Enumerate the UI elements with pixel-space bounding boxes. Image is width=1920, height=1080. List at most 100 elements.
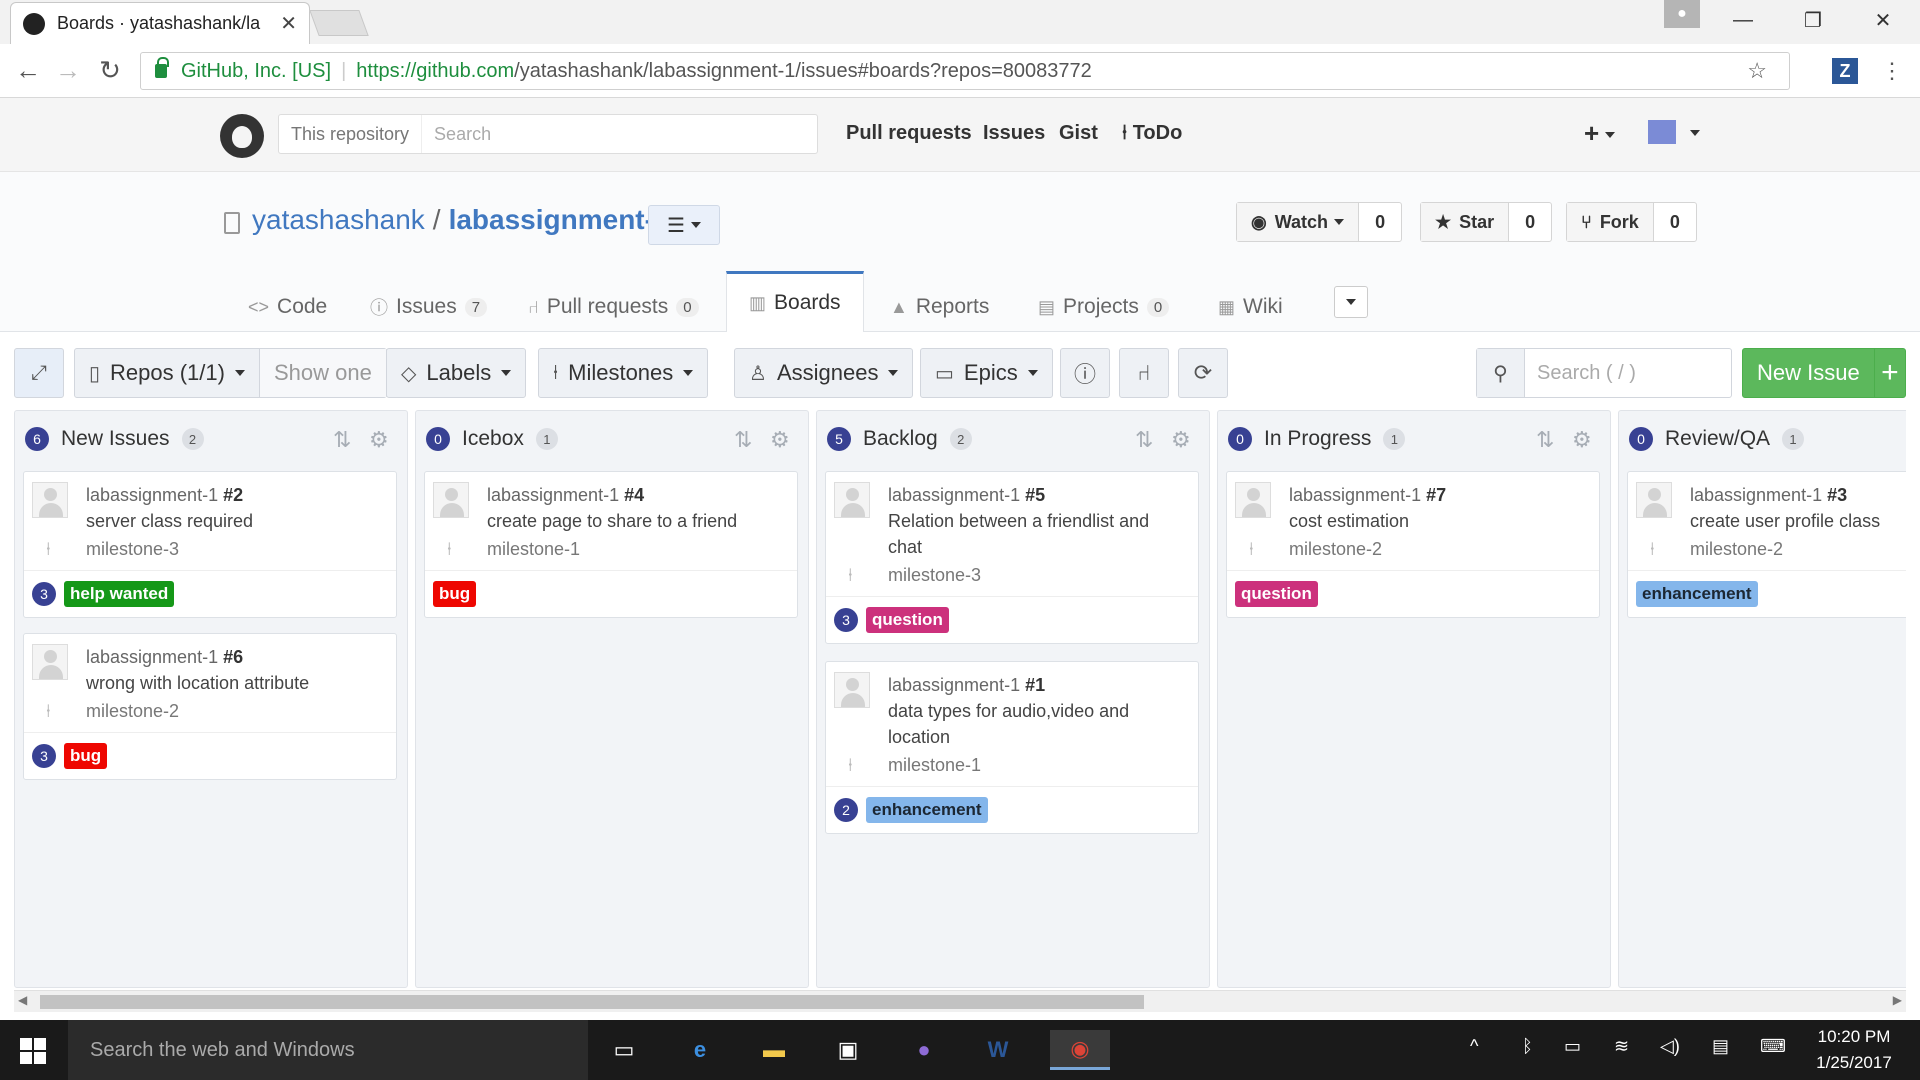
issue-card[interactable]: labassignment-1 #4 create page to share …: [424, 471, 798, 618]
tab-wiki[interactable]: ▦ Wiki: [1218, 283, 1283, 331]
label-badge[interactable]: enhancement: [866, 797, 988, 823]
star-button[interactable]: ★ Star: [1421, 203, 1510, 241]
tab-boards[interactable]: ▥ Boards: [726, 271, 864, 333]
battery-icon[interactable]: ▭: [1564, 1036, 1581, 1057]
close-window-button[interactable]: ✕: [1848, 0, 1918, 40]
extension-z-icon[interactable]: Z: [1832, 58, 1858, 84]
fork-count[interactable]: 0: [1654, 203, 1696, 241]
github-search-input[interactable]: This repository Search: [278, 114, 818, 154]
bluetooth-icon[interactable]: ᛒ: [1522, 1036, 1533, 1057]
forward-icon[interactable]: →: [50, 52, 86, 88]
word-icon[interactable]: W: [976, 1030, 1020, 1070]
chevron-down-icon[interactable]: [1684, 124, 1700, 142]
label-badge[interactable]: bug: [433, 581, 477, 607]
store-icon[interactable]: ▣: [826, 1030, 870, 1070]
tab-reports[interactable]: ▲ Reports: [890, 283, 989, 331]
pipeline-header[interactable]: 0 Review/QA 1: [1619, 411, 1906, 467]
pipeline-header[interactable]: 6 New Issues 2 ⇅ ⚙: [15, 411, 407, 467]
profile-icon[interactable]: ●: [1664, 0, 1700, 28]
label-badge[interactable]: question: [866, 607, 949, 633]
tab-projects[interactable]: ▤ Projects 0: [1038, 283, 1170, 331]
sort-icon[interactable]: ⇅: [734, 427, 752, 453]
pull-requests-toggle[interactable]: ⑁: [1119, 348, 1169, 398]
repo-owner-link[interactable]: yatashashank: [252, 204, 425, 235]
file-explorer-icon[interactable]: ▬: [752, 1030, 796, 1070]
label-badge[interactable]: bug: [64, 743, 108, 769]
browser-menu-icon[interactable]: ⋮: [1880, 54, 1904, 88]
card-number[interactable]: #3: [1827, 485, 1847, 505]
label-badge[interactable]: question: [1235, 581, 1318, 607]
back-icon[interactable]: ←: [10, 52, 46, 88]
repo-list-menu-button[interactable]: ☰: [648, 205, 720, 245]
board-search-input[interactable]: ⚲ Search ( / ): [1476, 348, 1732, 398]
card-number[interactable]: #6: [223, 647, 243, 667]
sort-icon[interactable]: ⇅: [333, 427, 351, 453]
issue-card[interactable]: labassignment-1 #2 server class required…: [23, 471, 397, 618]
taskbar-clock[interactable]: 10:20 PM 1/25/2017: [1806, 1024, 1902, 1076]
chrome-icon[interactable]: ◉: [1050, 1030, 1110, 1070]
nav-gist[interactable]: Gist: [1059, 122, 1098, 145]
card-title[interactable]: Relation between a friendlist and chat: [888, 508, 1186, 560]
watch-count[interactable]: 0: [1359, 203, 1401, 241]
reload-icon[interactable]: ↻: [92, 52, 128, 88]
issue-card[interactable]: labassignment-1 #7 cost estimation ⍿ mile…: [1226, 471, 1600, 618]
issue-card[interactable]: labassignment-1 #5 Relation between a fr…: [825, 471, 1199, 644]
pipeline-header[interactable]: 0 In Progress 1 ⇅ ⚙: [1218, 411, 1610, 467]
tab-issues[interactable]: ⓘ Issues 7: [370, 283, 488, 331]
nav-pull-requests[interactable]: Pull requests: [846, 122, 972, 145]
expand-button[interactable]: ⤢: [14, 348, 64, 398]
github-logo-icon[interactable]: [220, 114, 264, 158]
new-issue-button[interactable]: New Issue +: [1742, 348, 1906, 398]
repos-filter[interactable]: ▯ Repos (1/1) Show one: [74, 348, 387, 398]
notifications-icon[interactable]: ▤: [1712, 1036, 1729, 1057]
tab-code[interactable]: <> Code: [248, 283, 327, 331]
github-desktop-icon[interactable]: ●: [902, 1030, 946, 1070]
card-number[interactable]: #1: [1025, 675, 1045, 695]
pipeline-header[interactable]: 0 Icebox 1 ⇅ ⚙: [416, 411, 808, 467]
card-title[interactable]: cost estimation: [1289, 508, 1587, 534]
repo-name-link[interactable]: labassignment-1: [449, 204, 670, 235]
bookmark-star-icon[interactable]: ☆: [1747, 58, 1767, 84]
scrollbar-thumb[interactable]: [40, 995, 1144, 1009]
label-badge[interactable]: help wanted: [64, 581, 175, 607]
nav-issues[interactable]: Issues: [983, 122, 1045, 145]
closed-issues-toggle[interactable]: ⟳: [1178, 348, 1228, 398]
url-bar[interactable]: GitHub, Inc. [US] | https://github.com /…: [140, 52, 1790, 90]
windows-start-icon[interactable]: [20, 1038, 48, 1064]
scroll-right-icon[interactable]: ▶: [1893, 993, 1902, 1007]
browser-tab[interactable]: Boards · yatashashank/la ✕: [10, 2, 310, 44]
nav-todo[interactable]: ⍿ ToDo: [1122, 122, 1182, 145]
tray-chevron-icon[interactable]: ^: [1470, 1036, 1478, 1057]
issue-card[interactable]: labassignment-1 #1 data types for audio,…: [825, 661, 1199, 834]
card-title[interactable]: wrong with location attribute: [86, 670, 384, 696]
create-new-menu[interactable]: +: [1584, 118, 1616, 149]
tab-pull-requests[interactable]: ⑁ Pull requests 0: [528, 283, 699, 331]
keyboard-icon[interactable]: ⌨: [1760, 1036, 1786, 1057]
wifi-icon[interactable]: ≋: [1614, 1036, 1629, 1057]
gear-icon[interactable]: ⚙: [1572, 427, 1592, 453]
label-badge[interactable]: enhancement: [1636, 581, 1758, 607]
volume-icon[interactable]: ◁): [1660, 1036, 1680, 1057]
issues-toggle[interactable]: ⓘ: [1060, 348, 1110, 398]
task-view-icon[interactable]: ▭: [602, 1030, 646, 1070]
tab-close-icon[interactable]: ✕: [280, 11, 297, 36]
minimize-button[interactable]: —: [1708, 0, 1778, 40]
more-tabs-button[interactable]: [1334, 286, 1368, 318]
maximize-button[interactable]: ❐: [1778, 0, 1848, 40]
gear-icon[interactable]: ⚙: [770, 427, 790, 453]
card-title[interactable]: server class required: [86, 508, 384, 534]
issue-card[interactable]: labassignment-1 #6 wrong with location a…: [23, 633, 397, 780]
assignees-filter[interactable]: ♙ Assignees: [734, 348, 914, 398]
zenhub-menu-icon[interactable]: [1648, 120, 1676, 144]
card-title[interactable]: create page to share to a friend: [487, 508, 785, 534]
card-number[interactable]: #4: [624, 485, 644, 505]
show-one-button[interactable]: Show one: [258, 349, 386, 397]
card-number[interactable]: #5: [1025, 485, 1045, 505]
fork-button[interactable]: ⑂ Fork: [1567, 203, 1654, 241]
milestones-filter[interactable]: ⍿ Milestones: [538, 348, 709, 398]
card-number[interactable]: #2: [223, 485, 243, 505]
sort-icon[interactable]: ⇅: [1536, 427, 1554, 453]
edge-icon[interactable]: e: [678, 1030, 722, 1070]
taskbar-search-input[interactable]: Search the web and Windows: [68, 1020, 588, 1080]
card-number[interactable]: #7: [1426, 485, 1446, 505]
